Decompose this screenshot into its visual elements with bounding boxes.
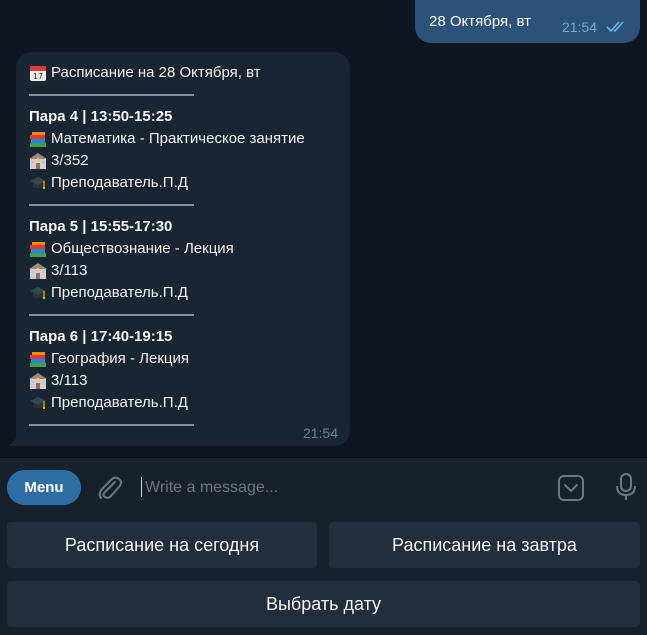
message-line-text: 3/352 [51, 152, 89, 169]
message-line: ——————————— [29, 414, 305, 436]
school-building-icon [29, 262, 47, 280]
graduation-cap-icon [29, 174, 47, 192]
message-line-text: Пара 6 | 17:40-19:15 [29, 328, 173, 345]
incoming-message-body: 17 Расписание на 28 Октября, вт ——————————… [29, 62, 305, 436]
message-line-text: Расписание на 28 Октября, вт [51, 64, 261, 81]
graduation-cap-icon [29, 394, 47, 412]
message-line-text: Преподаватель.П.Д [51, 284, 188, 301]
message-line-text: ——————————— [29, 306, 194, 323]
outgoing-message-text: 28 Октября, вт [429, 13, 531, 30]
message-line: 3/113 [29, 260, 305, 282]
message-line-text: Преподаватель.П.Д [51, 394, 188, 411]
message-input-bar: Menu [0, 457, 647, 516]
schedule-today-button[interactable]: Расписание на сегодня [7, 522, 317, 568]
calendar-icon: 17 [29, 64, 47, 82]
message-line: 3/352 [29, 150, 305, 172]
message-line-text: Пара 4 | 13:50-15:25 [29, 108, 173, 125]
message-line: Пара 5 | 15:55-17:30 [29, 216, 305, 238]
message-line: ——————————— [29, 194, 305, 216]
books-icon [29, 130, 47, 148]
school-building-icon [29, 372, 47, 390]
message-line-text: 3/113 [51, 372, 88, 389]
message-line: Математика - Практическое занятие [29, 128, 305, 150]
message-line: 3/113 [29, 370, 305, 392]
graduation-cap-icon [29, 284, 47, 302]
menu-button[interactable]: Menu [7, 470, 81, 505]
message-line-text: 3/113 [51, 262, 88, 279]
pick-date-button[interactable]: Выбрать дату [7, 581, 640, 627]
message-line-text: География - Лекция [51, 350, 189, 367]
message-line: ——————————— [29, 84, 305, 106]
chat-area: 28 Октября, вт 21:54 17 Расписание на 28 … [0, 0, 647, 457]
message-line-text: Обществознание - Лекция [51, 240, 234, 257]
sticker-emoji-icon[interactable] [557, 474, 585, 502]
svg-text:17: 17 [33, 72, 43, 81]
message-line: Преподаватель.П.Д [29, 172, 305, 194]
outgoing-message-time: 21:54 [561, 19, 597, 35]
school-building-icon [29, 152, 47, 170]
message-line-text: ——————————— [29, 86, 194, 103]
message-line-text: Математика - Практическое занятие [51, 130, 305, 147]
message-line-text: Пара 5 | 15:55-17:30 [29, 218, 173, 235]
message-line-text: ——————————— [29, 416, 194, 433]
double-check-icon [606, 21, 624, 33]
incoming-message[interactable]: 17 Расписание на 28 Октября, вт ——————————… [16, 52, 350, 446]
message-input[interactable] [143, 474, 537, 502]
text-caret [141, 477, 142, 497]
schedule-tomorrow-button[interactable]: Расписание на завтра [329, 522, 640, 568]
message-line: Пара 4 | 13:50-15:25 [29, 106, 305, 128]
books-icon [29, 240, 47, 258]
microphone-icon[interactable] [615, 472, 637, 502]
books-icon [29, 350, 47, 368]
message-line: Преподаватель.П.Д [29, 392, 305, 414]
message-line: Пара 6 | 17:40-19:15 [29, 326, 305, 348]
message-line: Обществознание - Лекция [29, 238, 305, 260]
message-line: 17 Расписание на 28 Октября, вт [29, 62, 305, 84]
message-line-text: Преподаватель.П.Д [51, 174, 188, 191]
message-line-text: ——————————— [29, 196, 194, 213]
outgoing-message[interactable]: 28 Октября, вт 21:54 [415, 0, 640, 43]
incoming-message-time: 21:54 [302, 425, 338, 441]
message-line: ——————————— [29, 304, 305, 326]
paperclip-icon[interactable] [96, 474, 122, 502]
message-line: Преподаватель.П.Д [29, 282, 305, 304]
message-line: География - Лекция [29, 348, 305, 370]
reply-keyboard: Расписание на сегодня Расписание на завт… [0, 515, 647, 635]
